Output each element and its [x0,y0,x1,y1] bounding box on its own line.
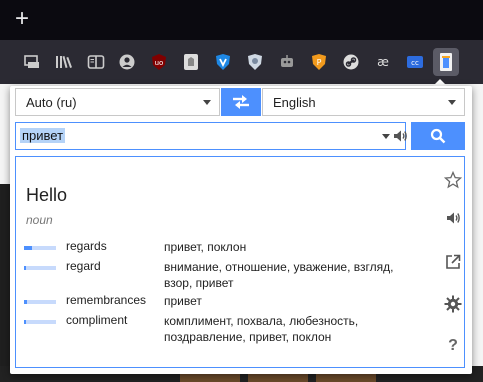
container-tabs-icon[interactable] [20,50,44,74]
chevron-down-icon [203,100,211,105]
query-text: привет [20,128,66,143]
entry-term: regard [66,259,101,273]
target-language-select[interactable]: English [262,88,465,116]
entry-translations: привет, поклон [164,240,247,254]
frequency-bar [24,320,56,324]
translate-search-button[interactable] [411,122,465,150]
new-tab-button[interactable]: + [10,7,34,32]
query-input[interactable]: привет [15,122,408,150]
translation-headword: Hello [26,185,68,205]
ae-icon[interactable]: æ [371,50,395,74]
robot-icon[interactable] [275,50,299,74]
star-icon[interactable] [444,171,462,189]
history-dropdown-icon[interactable] [382,134,390,139]
vpn-shield-icon[interactable] [211,50,235,74]
svg-text:P: P [317,58,322,67]
entry-translations: привет [164,294,202,308]
shield-icon[interactable] [243,50,267,74]
page-icon[interactable] [179,50,203,74]
speaker-icon[interactable] [392,128,408,149]
library-icon[interactable] [52,50,76,74]
ublock-icon[interactable]: uo [147,50,171,74]
entry-term: compliment [66,313,128,327]
entry-term: remembrances [66,293,147,307]
browser-toolbar: uo P æ cc [0,40,483,84]
chevron-down-icon [448,100,456,105]
entry-term: regards [66,239,107,253]
fox-shield-icon[interactable]: P [307,50,331,74]
gear-icon[interactable] [444,295,462,313]
link-icon[interactable] [339,50,363,74]
account-icon[interactable] [115,50,139,74]
svg-text:uo: uo [155,59,164,67]
frequency-bar [24,246,56,250]
translator-popup: Auto (ru) English привет Hello noun rega… [10,86,472,374]
swap-languages-button[interactable] [221,88,261,116]
source-language-label: Auto (ru) [26,95,77,110]
part-of-speech: noun [26,213,53,227]
frequency-bar [24,300,56,304]
reader-view-icon[interactable] [84,50,108,74]
cc-icon[interactable]: cc [403,50,427,74]
swap-arrows-icon [233,95,249,109]
help-icon[interactable]: ? [444,337,462,355]
translation-result-panel: Hello noun regards привет, поклон regard… [15,156,465,368]
open-external-icon[interactable] [444,253,462,271]
source-language-select[interactable]: Auto (ru) [15,88,220,116]
search-icon [430,128,446,144]
entry-translations: внимание, отношение, уважение, взгляд, в… [164,260,394,290]
speaker-icon[interactable] [444,209,462,227]
target-language-label: English [273,95,316,110]
translator-extension-icon[interactable] [433,48,459,76]
tab-strip: + [0,0,483,40]
entry-translations: комплимент, похвала, любезность, поздрав… [164,314,359,344]
svg-text:æ: æ [377,55,389,69]
svg-text:cc: cc [411,59,419,67]
frequency-bar [24,266,56,270]
